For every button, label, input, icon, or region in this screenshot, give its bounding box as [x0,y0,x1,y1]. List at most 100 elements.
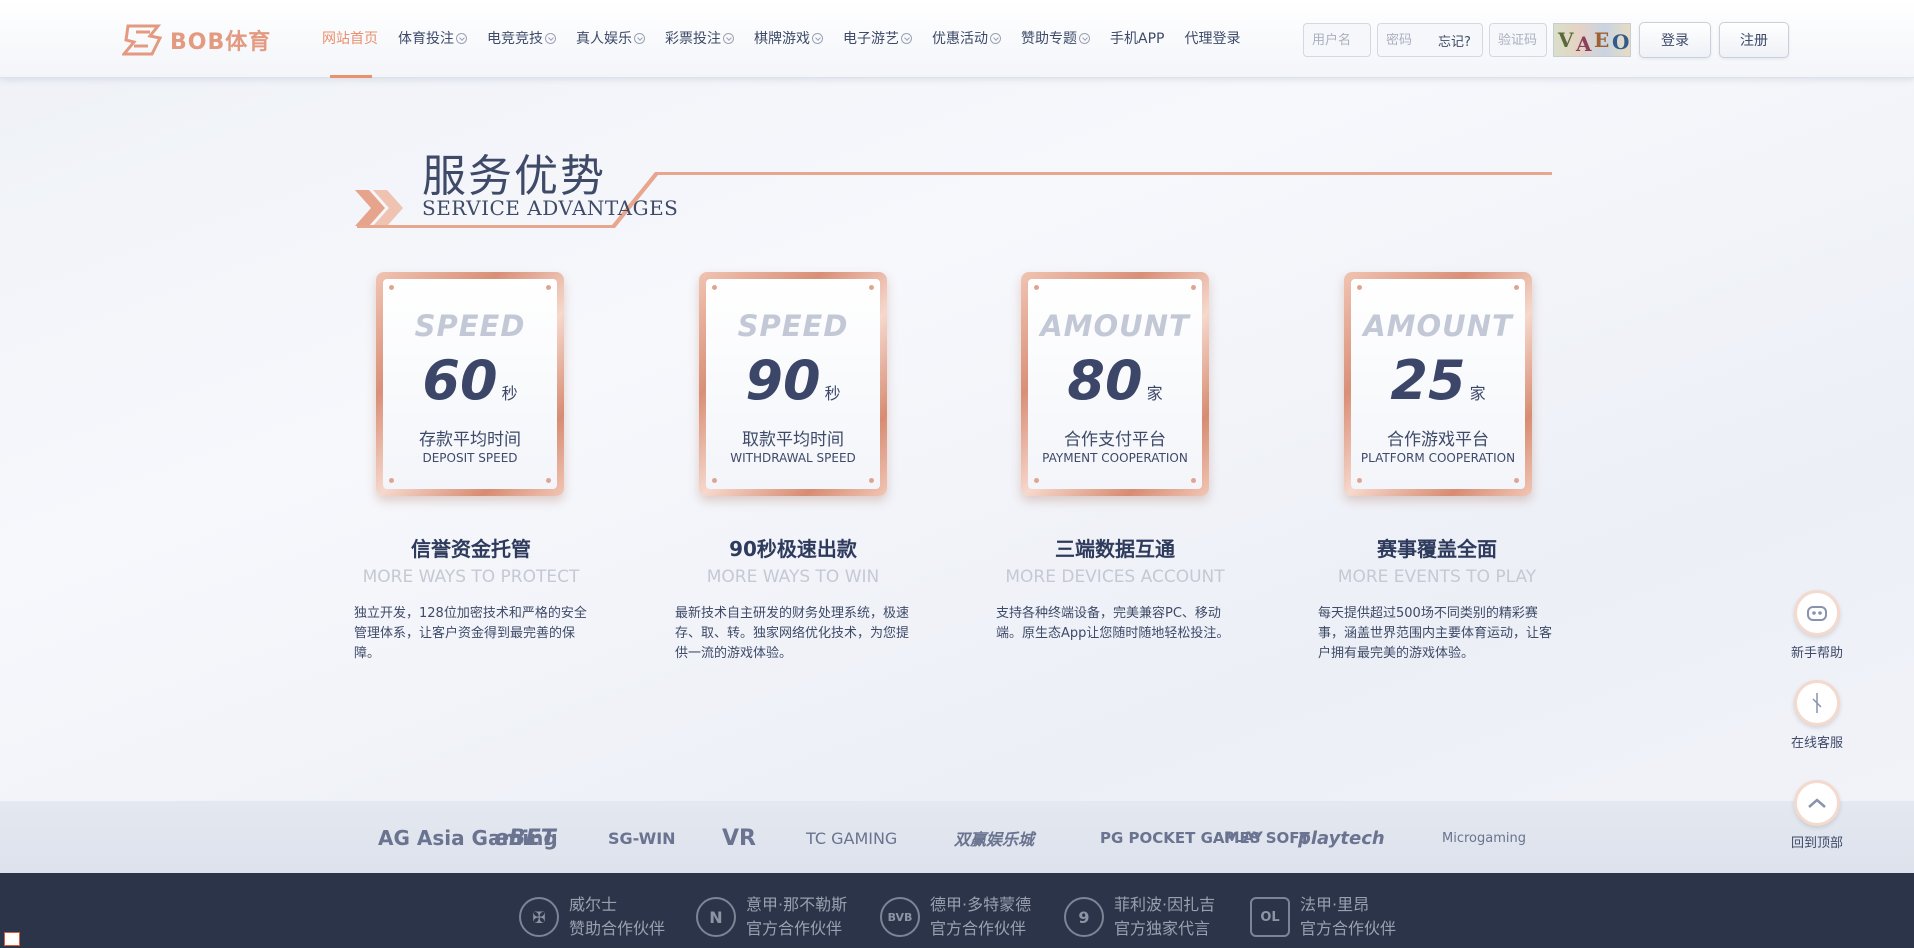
sponsor-wales[interactable]: ✠ 威尔士 赞助合作伙伴 [519,893,665,941]
password-field[interactable]: 忘记? [1377,23,1483,57]
side-help[interactable]: 新手帮助 [1786,590,1848,661]
feature-description: 独立开发，128位加密技术和严格的安全管理体系，让客户资金得到最完善的保障。 [354,606,587,661]
partner-logo-playtech: playtech [1298,827,1385,849]
nav-live-casino[interactable]: 真人娱乐 [576,28,645,48]
captcha-input[interactable] [1498,32,1538,48]
stat-card-body: AMOUNT 80 家 合作支付平台 PAYMENT COOPERATION [1028,279,1202,489]
captcha-image[interactable]: V A E O [1553,23,1631,57]
card-rivet [389,478,394,483]
stat-value: 60 秒 [383,349,557,412]
nav-label: 赞助专题 [1021,31,1077,47]
captcha-char: V [1558,28,1574,52]
nav-label: 代理登录 [1184,31,1241,47]
top-header: BOB体育 网站首页 体育投注 电竞竞技 真人娱乐 彩票投注 棋牌游戏 电子游艺… [0,0,1914,78]
nav-label: 电竞竞技 [487,31,543,47]
customer-service-icon [1794,680,1840,726]
username-field[interactable] [1303,23,1371,57]
sponsor-lyon[interactable]: OL 法甲·里昂 官方合作伙伴 [1250,893,1396,941]
card-rivet [1357,285,1362,290]
stat-caption-cn: 存款平均时间 [419,430,521,450]
card-rivet [712,285,717,290]
stat-label: AMOUNT [1040,309,1190,343]
chevron-down-icon [634,32,645,44]
nav-home[interactable]: 网站首页 [322,28,378,48]
side-service[interactable]: 在线客服 [1786,680,1848,751]
stat-number: 90 [745,349,821,412]
sponsor-napoli[interactable]: N 意甲·那不勒斯 官方合作伙伴 [696,893,847,941]
forgot-password-link[interactable]: 忘记? [1438,31,1471,50]
stat-unit: 家 [1146,384,1163,403]
sponsor-inzaghi[interactable]: 9 菲利波·因扎吉 官方独家代言 [1064,893,1215,941]
login-button[interactable]: 登录 [1639,22,1711,58]
taskbar-app-icon[interactable] [4,932,20,946]
nav-mobile-app[interactable]: 手机APP [1110,28,1164,48]
password-input[interactable] [1386,32,1438,48]
stat-value: 90 秒 [706,349,880,412]
stat-caption-cn: 取款平均时间 [742,430,844,450]
help-robot-icon [1794,590,1840,636]
nav-label: 优惠活动 [932,31,988,47]
nav-lottery[interactable]: 彩票投注 [665,28,734,48]
nav-label: 体育投注 [398,31,454,47]
stat-card-body: SPEED 60 秒 存款平均时间 DEPOSIT SPEED [383,279,557,489]
nav-sponsorship[interactable]: 赞助专题 [1021,28,1090,48]
nav-agent-login[interactable]: 代理登录 [1184,28,1240,48]
card-rivet [546,285,551,290]
stat-card-payment: AMOUNT 80 家 合作支付平台 PAYMENT COOPERATION [1021,272,1209,496]
stat-card-deposit: SPEED 60 秒 存款平均时间 DEPOSIT SPEED [376,272,564,496]
card-rivet [1514,285,1519,290]
bob-logo-icon [122,24,163,56]
stat-label: SPEED [737,309,849,343]
chevron-down-icon [723,32,734,44]
nav-sports[interactable]: 体育投注 [398,28,467,48]
feature-subtitle: MORE WAYS TO PROTECT [362,567,580,587]
feature-description: 支持各种终端设备，完美兼容PC、移动端。原生态App让您随时随地轻松投注。 [996,606,1230,641]
nav-esports[interactable]: 电竞竞技 [487,28,556,48]
username-input[interactable] [1312,32,1362,48]
chevron-down-icon [1079,32,1090,44]
sponsor-name: 法甲·里昂 [1300,895,1370,914]
stat-unit: 秒 [824,384,841,403]
nav-label: 彩票投注 [665,31,721,47]
nav-label: 手机APP [1110,31,1165,47]
sponsor-role: 官方独家代言 [1114,919,1211,938]
chevron-down-icon [990,32,1001,44]
brand-name: BOB体育 [170,30,272,55]
chevron-down-icon [812,32,823,44]
chevron-down-icon [545,32,556,44]
feature-title: 赛事覆盖全面 [1377,537,1497,561]
section-subtitle: SERVICE ADVANTAGES [422,196,679,220]
nav-slots[interactable]: 电子游艺 [843,28,912,48]
side-help-label: 新手帮助 [1790,646,1843,661]
card-rivet [1034,478,1039,483]
brand-logo[interactable]: BOB体育 [122,20,271,60]
side-service-label: 在线客服 [1790,736,1843,751]
card-rivet [389,285,394,290]
card-rivet [869,285,874,290]
partner-logo-shuangying: 双赢娱乐城 [954,830,1035,849]
active-nav-indicator [330,75,372,78]
feature-title: 三端数据互通 [1055,537,1175,561]
napoli-crest-icon: N [696,897,736,937]
side-back-to-top[interactable]: 回到顶部 [1786,780,1848,851]
nav-promotions[interactable]: 优惠活动 [932,28,1001,48]
main-nav: 网站首页 体育投注 电竞竞技 真人娱乐 彩票投注 棋牌游戏 电子游艺 优惠活动 … [322,28,1260,48]
nav-card-games[interactable]: 棋牌游戏 [754,28,823,48]
sponsor-role: 官方合作伙伴 [930,919,1027,938]
stat-caption-en: WITHDRAWAL SPEED [730,451,856,465]
sponsor-role: 赞助合作伙伴 [569,919,666,938]
card-rivet [546,478,551,483]
partner-logo-play: PLAY [1224,830,1263,846]
sponsor-dortmund[interactable]: BVB 德甲·多特蒙德 官方合作伙伴 [880,893,1031,941]
register-button[interactable]: 注册 [1719,22,1789,58]
captcha-field[interactable] [1489,23,1547,57]
nav-label: 棋牌游戏 [754,31,810,47]
chevron-down-icon [901,32,912,44]
card-rivet [869,478,874,483]
captcha-char: A [1576,32,1592,56]
card-rivet [712,478,717,483]
sponsor-name: 德甲·多特蒙德 [930,895,1032,914]
side-top-label: 回到顶部 [1790,836,1843,851]
nav-label: 电子游艺 [843,31,899,47]
stat-caption-cn: 合作支付平台 [1064,430,1166,450]
